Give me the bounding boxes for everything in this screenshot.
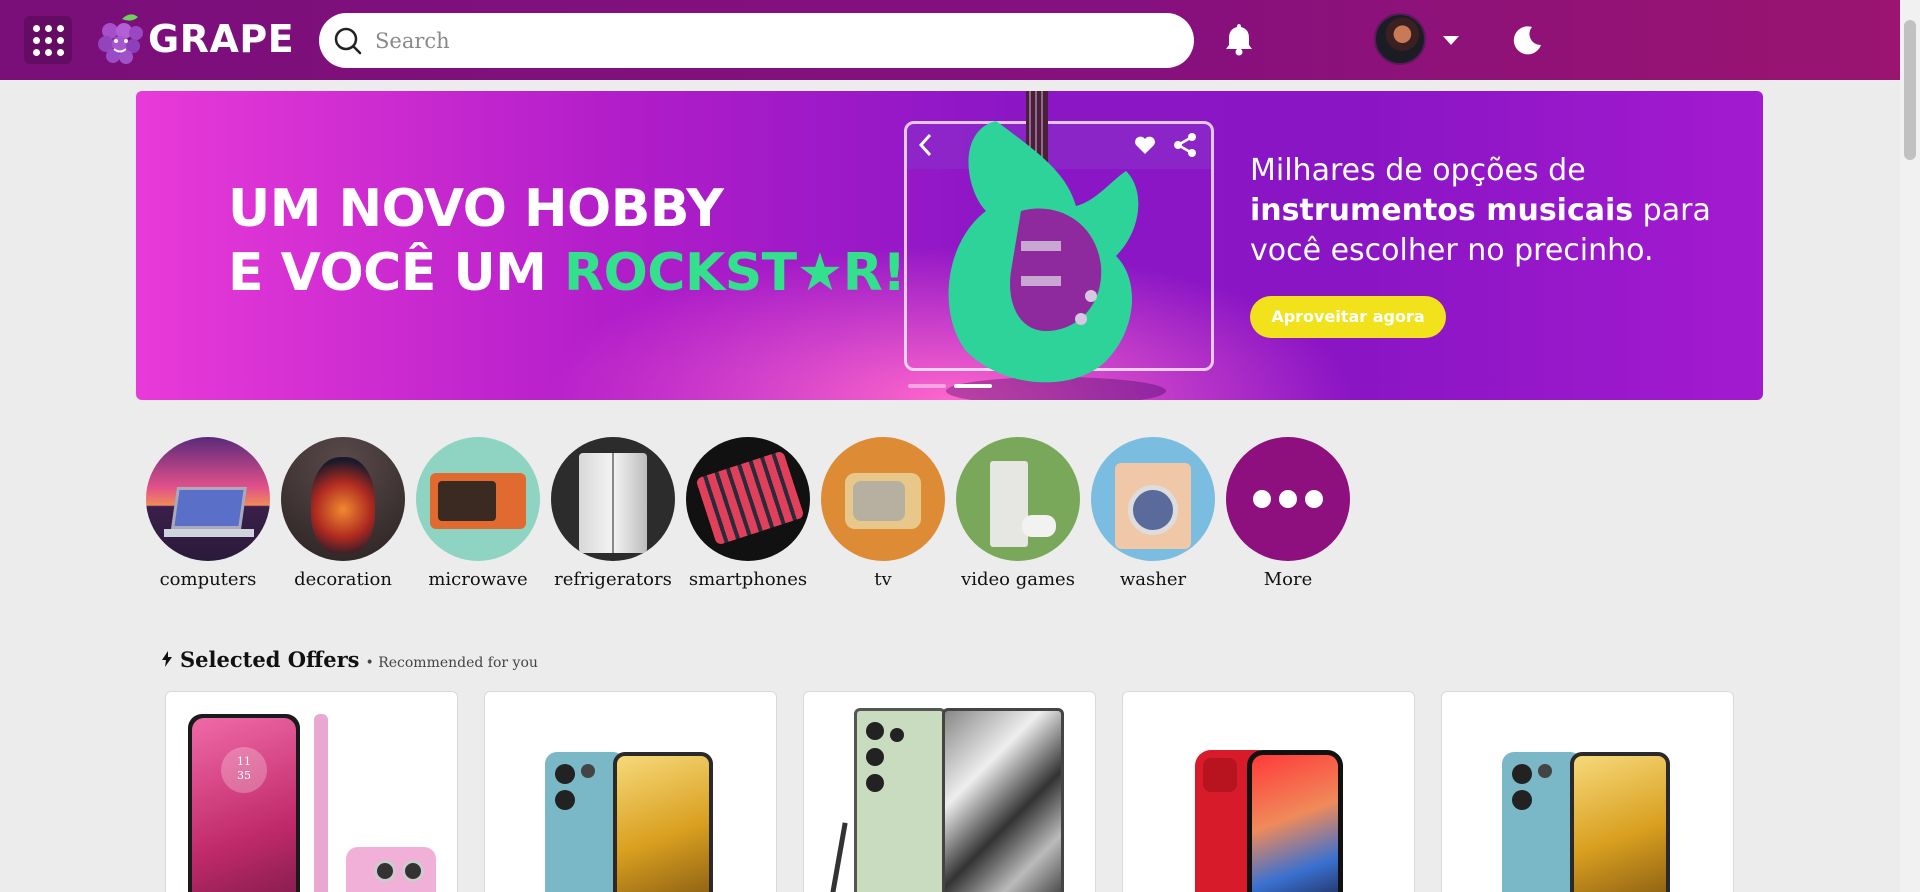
category-washer[interactable]: washer — [1091, 437, 1215, 590]
moon-icon[interactable] — [1512, 24, 1544, 60]
category-label: video games — [961, 569, 1075, 590]
top-header: GRAPE — [0, 0, 1900, 80]
washer-image — [1091, 437, 1215, 561]
category-label: refrigerators — [554, 569, 672, 590]
fridge-image — [551, 437, 675, 561]
category-microwave[interactable]: microwave — [416, 437, 540, 590]
search-input[interactable] — [375, 28, 1135, 53]
search-icon — [334, 27, 362, 54]
search-bar[interactable] — [319, 13, 1194, 68]
page-scrollbar[interactable] — [1900, 0, 1920, 892]
category-label: washer — [1119, 569, 1187, 590]
carousel-indicators[interactable] — [908, 384, 992, 388]
banner-headline-line2: E VOCÊ UM ROCKST★R! — [228, 241, 906, 305]
category-video-games[interactable]: video games — [956, 437, 1080, 590]
banner-sub-after: para — [1633, 193, 1711, 228]
more-dots-icon — [1226, 437, 1350, 561]
category-label: microwave — [428, 569, 528, 590]
product-card[interactable] — [803, 691, 1096, 892]
section-header: Selected Offers • Recommended for you — [162, 647, 538, 672]
banner-cta-button[interactable]: Aproveitar agora — [1250, 296, 1446, 338]
category-list: computers decoration microwave refrigera… — [146, 437, 1350, 590]
logo-text: GRAPE — [148, 17, 295, 61]
banner-sub-line2: instrumentos musicais para — [1250, 191, 1720, 231]
guitar-image — [946, 91, 1166, 400]
banner-sub-line3: você escolher no precinho. — [1250, 233, 1654, 268]
promo-banner[interactable]: UM NOVO HOBBY E VOCÊ UM ROCKST★R! Milhar… — [136, 91, 1763, 400]
chevron-down-icon[interactable] — [1443, 31, 1459, 50]
product-card[interactable] — [484, 691, 777, 892]
category-label: decoration — [294, 569, 392, 590]
section-subtitle: • Recommended for you — [365, 655, 538, 671]
user-avatar[interactable] — [1374, 13, 1426, 65]
category-smartphones[interactable]: smartphones — [686, 437, 810, 590]
bell-icon[interactable] — [1224, 22, 1254, 60]
product-card[interactable]: 11 35 — [165, 691, 458, 892]
logo[interactable]: GRAPE — [96, 10, 294, 68]
tv-image — [821, 437, 945, 561]
product-card[interactable] — [1441, 691, 1734, 892]
carousel-dot-active[interactable] — [954, 384, 992, 388]
banner-sub-bold: instrumentos musicais — [1250, 193, 1634, 228]
smartphone-image — [686, 437, 810, 561]
carousel-dot[interactable] — [908, 384, 946, 388]
banner-headline-line1: UM NOVO HOBBY — [228, 179, 724, 239]
offers-list: 11 35 — [165, 691, 1734, 892]
category-decoration[interactable]: decoration — [281, 437, 405, 590]
clock-minute: 35 — [237, 769, 251, 782]
category-computers[interactable]: computers — [146, 437, 270, 590]
category-tv[interactable]: tv — [821, 437, 945, 590]
console-image — [956, 437, 1080, 561]
clock-hour: 11 — [237, 755, 251, 768]
banner-sub-line1: Milhares de opções de — [1250, 153, 1586, 188]
vase-image — [281, 437, 405, 561]
banner-headline: UM NOVO HOBBY E VOCÊ UM ROCKST★R! — [228, 177, 906, 305]
microwave-image — [416, 437, 540, 561]
laptop-image — [146, 437, 270, 561]
category-refrigerators[interactable]: refrigerators — [551, 437, 675, 590]
category-label: tv — [874, 569, 892, 590]
lightning-icon — [162, 651, 172, 667]
grape-logo-icon — [98, 14, 143, 64]
scrollbar-thumb[interactable] — [1904, 20, 1916, 160]
category-label: computers — [159, 569, 257, 590]
product-card[interactable] — [1122, 691, 1415, 892]
apps-grid-icon[interactable] — [24, 16, 72, 64]
category-label: More — [1263, 569, 1313, 590]
banner-headline-accent: ROCKST★R! — [564, 243, 906, 303]
banner-subtitle: Milhares de opções de instrumentos music… — [1250, 151, 1720, 271]
banner-headline-prefix: E VOCÊ UM — [228, 243, 565, 303]
section-title: Selected Offers — [180, 647, 360, 672]
category-more[interactable]: More — [1226, 437, 1350, 590]
category-label: smartphones — [688, 569, 808, 590]
